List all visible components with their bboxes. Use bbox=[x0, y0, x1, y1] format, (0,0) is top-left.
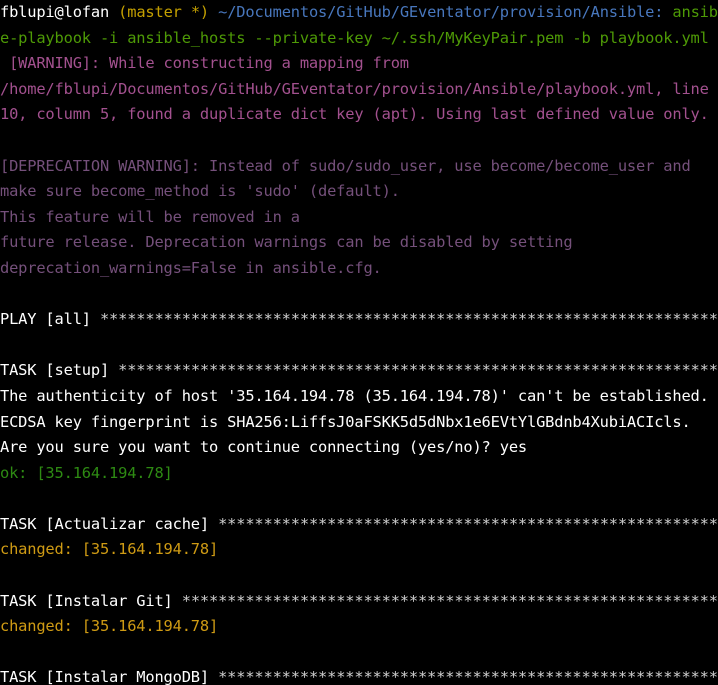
prompt-space1 bbox=[109, 3, 118, 21]
command-wrap-line: e-playbook -i ansible_hosts --private-ke… bbox=[0, 26, 718, 52]
prompt-user-host: fblupi@lofan bbox=[0, 3, 110, 21]
deprecation-text-5: deprecation_warnings=False in ansible.cf… bbox=[0, 258, 382, 277]
terminal-window[interactable]: fblupi@lofan (master *) ~/Documentos/Git… bbox=[0, 0, 718, 685]
prompt-space2 bbox=[209, 3, 218, 21]
ssh-auth-line-1: The authenticity of host '35.164.194.78 … bbox=[0, 384, 718, 410]
task-stars-setup: ****************************************… bbox=[118, 361, 718, 380]
deprecation-text-1: [DEPRECATION WARNING]: Instead of sudo/s… bbox=[0, 156, 691, 175]
command-text-part2: e-playbook -i ansible_hosts --private-ke… bbox=[0, 28, 709, 47]
status-changed-text: changed: [35.164.194.78] bbox=[0, 540, 219, 559]
play-header-stars: ****************************************… bbox=[99, 310, 718, 329]
prompt-path: ~/Documentos/GitHub/GEventator/provision… bbox=[218, 3, 664, 21]
deprecation-text-2: make sure become_method is 'sudo' (defau… bbox=[0, 182, 400, 201]
task-label: TASK [Instalar MongoDB] bbox=[0, 668, 219, 685]
task-stars: ****************************************… bbox=[218, 668, 718, 685]
task-status: changed: [35.164.194.78] bbox=[0, 537, 718, 563]
task-header: TASK [Instalar MongoDB] ****************… bbox=[0, 665, 718, 685]
task-stars: ****************************************… bbox=[181, 591, 718, 610]
warning-text-3: 10, column 5, found a duplicate dict key… bbox=[0, 105, 709, 124]
task-header: TASK [Instalar Git] ********************… bbox=[0, 589, 718, 615]
task-header-setup: TASK [setup] ***************************… bbox=[0, 358, 718, 384]
deprecation-line-2: make sure become_method is 'sudo' (defau… bbox=[0, 179, 718, 205]
task-stars: ****************************************… bbox=[218, 514, 718, 533]
command-text-part1: ansibl bbox=[672, 3, 718, 21]
deprecation-line-1: [DEPRECATION WARNING]: Instead of sudo/s… bbox=[0, 154, 718, 180]
task-label: TASK [Instalar Git] bbox=[0, 591, 182, 610]
warning-text-1: [WARNING]: While constructing a mapping … bbox=[0, 54, 409, 73]
warning-line-2: /home/fblupi/Documentos/GitHub/GEventato… bbox=[0, 77, 718, 103]
status-ok-text: ok: [35.164.194.78] bbox=[0, 463, 173, 482]
ssh-auth-text-1: The authenticity of host '35.164.194.78 … bbox=[0, 386, 709, 405]
terminal-screen: fblupi@lofan (master *) ~/Documentos/Git… bbox=[0, 0, 718, 685]
deprecation-line-3: This feature will be removed in a bbox=[0, 205, 718, 231]
warning-text-2: /home/fblupi/Documentos/GitHub/GEventato… bbox=[0, 79, 709, 98]
ssh-auth-line-2: ECDSA key fingerprint is SHA256:LiffsJ0a… bbox=[0, 410, 718, 436]
task-header: TASK [Actualizar cache] ****************… bbox=[0, 512, 718, 538]
prompt-line: fblupi@lofan (master *) ~/Documentos/Git… bbox=[0, 0, 718, 26]
prompt-git-branch: (master *) bbox=[118, 3, 210, 21]
warning-line-1: [WARNING]: While constructing a mapping … bbox=[0, 51, 718, 77]
play-header-label: PLAY [all] bbox=[0, 310, 100, 329]
ssh-auth-prompt-line: Are you sure you want to continue connec… bbox=[0, 435, 718, 461]
deprecation-line-5: deprecation_warnings=False in ansible.cf… bbox=[0, 256, 718, 282]
ssh-fingerprint-text: ECDSA key fingerprint is SHA256:LiffsJ0a… bbox=[0, 412, 691, 431]
task-label: TASK [Actualizar cache] bbox=[0, 514, 219, 533]
task-label-setup: TASK [setup] bbox=[0, 361, 119, 380]
warning-line-3: 10, column 5, found a duplicate dict key… bbox=[0, 102, 718, 128]
task-status: changed: [35.164.194.78] bbox=[0, 614, 718, 640]
deprecation-text-4: future release. Deprecation warnings can… bbox=[0, 233, 573, 252]
task-status-setup: ok: [35.164.194.78] bbox=[0, 461, 718, 487]
play-header-line: PLAY [all] *****************************… bbox=[0, 307, 718, 333]
deprecation-line-4: future release. Deprecation warnings can… bbox=[0, 230, 718, 256]
ssh-auth-prompt-text: Are you sure you want to continue connec… bbox=[0, 438, 527, 457]
status-changed-text: changed: [35.164.194.78] bbox=[0, 617, 219, 636]
deprecation-text-3: This feature will be removed in a bbox=[0, 207, 300, 226]
